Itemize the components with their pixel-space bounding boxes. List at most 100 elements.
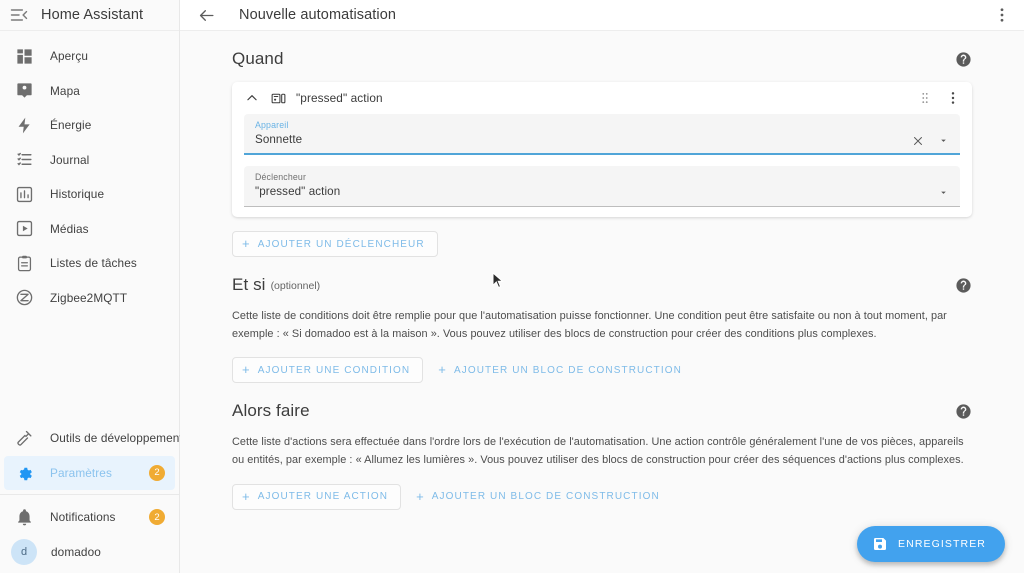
dots-vertical-icon[interactable] <box>990 3 1014 27</box>
sidebar-item-label: domadoo <box>51 544 101 559</box>
clipboard-list-icon <box>12 251 36 275</box>
sidebar-item-notifications[interactable]: Notifications 2 <box>4 500 175 535</box>
trigger-field-underline <box>244 206 960 207</box>
sidebar-title: Home Assistant <box>41 7 144 23</box>
sidebar-item-apercu[interactable]: Aperçu <box>4 39 175 74</box>
sidebar-item-label: Aperçu <box>50 49 88 64</box>
sidebar-item-medias[interactable]: Médias <box>4 212 175 247</box>
add-action-button[interactable]: + AJOUTER UNE ACTION <box>232 483 402 510</box>
sidebar-item-label: Historique <box>50 187 105 202</box>
bell-icon <box>12 505 36 529</box>
arrow-left-icon[interactable] <box>194 3 218 27</box>
add-condition-label: AJOUTER UNE CONDITION <box>257 364 411 376</box>
save-button[interactable]: ENREGISTRER <box>857 526 1005 562</box>
section-optional-label: (optionnel) <box>270 280 321 292</box>
if-description: Cette liste de conditions doit être remp… <box>232 310 947 340</box>
add-trigger-label: AJOUTER UN DÉCLENCHEUR <box>257 238 425 250</box>
help-circle-icon[interactable] <box>954 276 972 294</box>
save-button-label: ENREGISTRER <box>898 538 986 550</box>
section-title: Alors faire <box>232 401 310 421</box>
sidebar-item-listes-de-taches[interactable]: Listes de tâches <box>4 246 175 281</box>
add-condition-button[interactable]: + AJOUTER UNE CONDITION <box>232 357 424 384</box>
add-action-label: AJOUTER UNE ACTION <box>257 491 389 503</box>
sidebar-item-zigbee2mqtt[interactable]: Zigbee2MQTT <box>4 281 175 316</box>
sidebar-item-label: Zigbee2MQTT <box>50 290 128 305</box>
lightning-bolt-icon <box>12 113 36 137</box>
device-field[interactable]: Appareil Sonnette <box>244 114 960 155</box>
chevron-down-icon[interactable] <box>937 186 950 199</box>
then-buttons: + AJOUTER UNE ACTION + AJOUTER UN BLOC D… <box>232 483 972 510</box>
cog-icon <box>12 461 36 485</box>
trigger-card-title: "pressed" action <box>296 91 383 105</box>
sidebar-item-label: Paramètres <box>50 465 112 480</box>
trigger-card-header[interactable]: "pressed" action <box>232 82 972 114</box>
section-header-when: Quand <box>232 31 972 69</box>
add-building-block-condition-label: AJOUTER UN BLOC DE CONSTRUCTION <box>453 364 682 376</box>
sidebar-header: Home Assistant <box>0 0 179 31</box>
content-save-icon <box>871 536 888 553</box>
sidebar-item-historique[interactable]: Historique <box>4 177 175 212</box>
plus-icon: + <box>438 362 447 378</box>
trigger-card: "pressed" action Appareil Sonnette Décle… <box>232 82 972 217</box>
section-header-then: Alors faire <box>232 383 972 421</box>
sidebar-item-label: Journal <box>50 152 90 167</box>
sidebar-divider <box>0 494 179 495</box>
trigger-card-body: Appareil Sonnette Déclencheur "pressed" … <box>232 114 972 207</box>
status-badge: 2 <box>149 464 165 481</box>
sidebar-item-label: Outils de développement <box>50 431 183 446</box>
device-field-label: Appareil <box>255 120 289 130</box>
main-area: Nouvelle automatisation Quand "pressed" … <box>180 0 1024 573</box>
chevron-up-icon[interactable] <box>244 90 260 106</box>
sidebar-item-journal[interactable]: Journal <box>4 143 175 178</box>
chevron-down-icon[interactable] <box>937 134 950 147</box>
format-list-icon <box>12 148 36 172</box>
section-header-if: Et si (optionnel) <box>232 257 972 295</box>
add-building-block-action-button[interactable]: + AJOUTER UN BLOC DE CONSTRUCTION <box>408 484 668 510</box>
device-field-value: Sonnette <box>255 133 303 146</box>
zigbee-icon <box>12 286 36 310</box>
close-icon[interactable] <box>911 134 924 147</box>
plus-icon: + <box>242 236 251 251</box>
chart-box-icon <box>12 182 36 206</box>
add-building-block-condition-button[interactable]: + AJOUTER UN BLOC DE CONSTRUCTION <box>430 357 690 383</box>
map-marker-icon <box>12 79 36 103</box>
play-box-icon <box>12 217 36 241</box>
sidebar-item-label: Énergie <box>50 118 92 133</box>
page-title: Nouvelle automatisation <box>239 7 397 23</box>
remote-device-icon <box>268 88 288 108</box>
if-buttons: + AJOUTER UNE CONDITION + AJOUTER UN BLO… <box>232 357 972 384</box>
then-description: Cette liste d'actions sera effectuée dan… <box>232 436 964 466</box>
automation-editor: Quand "pressed" action Appareil Sonnette… <box>180 31 1024 573</box>
sidebar-item-outils-de-developpement[interactable]: Outils de développement <box>4 421 183 456</box>
view-dashboard-icon <box>12 44 36 68</box>
status-badge: 2 <box>149 509 165 526</box>
app-root: Home Assistant Aperçu Mapa Énergie Journ… <box>0 0 1024 573</box>
section-title: Quand <box>232 49 284 68</box>
plus-icon: + <box>416 488 425 504</box>
sidebar-item-label: Médias <box>50 221 89 236</box>
device-field-underline <box>244 153 960 155</box>
add-building-block-action-label: AJOUTER UN BLOC DE CONSTRUCTION <box>431 491 660 503</box>
sidebar-item-parametres[interactable]: Paramètres 2 <box>4 455 175 490</box>
sidebar: Home Assistant Aperçu Mapa Énergie Journ… <box>0 0 183 573</box>
toolbar: Nouvelle automatisation <box>180 0 1024 31</box>
hammer-icon <box>12 426 36 450</box>
sidebar-item-label: Listes de tâches <box>50 256 137 271</box>
help-circle-icon[interactable] <box>954 402 972 420</box>
when-buttons: + AJOUTER UN DÉCLENCHEUR <box>232 231 972 257</box>
dots-vertical-icon[interactable] <box>945 90 961 106</box>
trigger-field-label: Déclencheur <box>255 172 307 182</box>
plus-icon: + <box>242 362 251 378</box>
sidebar-item-energie[interactable]: Énergie <box>4 108 175 143</box>
trigger-field[interactable]: Déclencheur "pressed" action <box>244 166 960 207</box>
sidebar-item-user[interactable]: d domadoo <box>4 535 175 570</box>
section-title: Et si <box>232 275 266 294</box>
sidebar-nav: Aperçu Mapa Énergie Journal Historique M… <box>0 31 179 315</box>
add-trigger-button[interactable]: + AJOUTER UN DÉCLENCHEUR <box>232 231 438 257</box>
sidebar-item-mapa[interactable]: Mapa <box>4 74 175 109</box>
help-circle-icon[interactable] <box>954 50 972 68</box>
menu-collapse-icon[interactable] <box>8 4 30 26</box>
plus-icon: + <box>242 488 251 504</box>
drag-handle-icon[interactable] <box>917 90 933 106</box>
